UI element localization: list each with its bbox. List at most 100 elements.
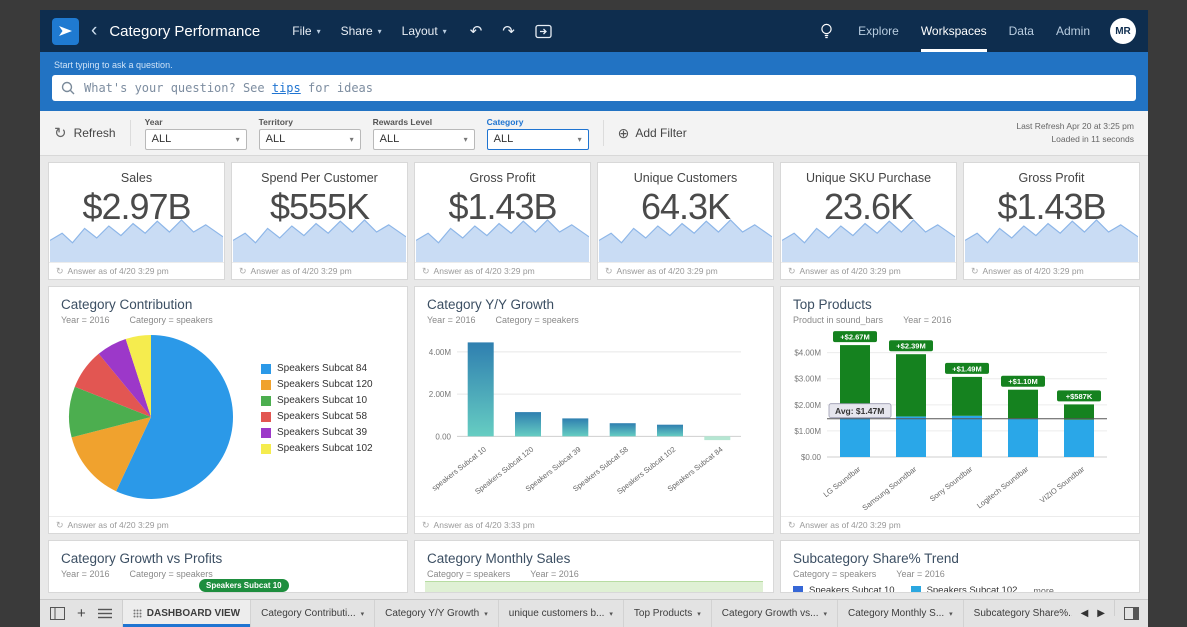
redo-icon[interactable]: ↷ xyxy=(497,20,520,42)
legend-item[interactable]: Speakers Subcat 84 xyxy=(261,363,373,374)
panel-top-products[interactable]: Top Products Product in sound_bars Year … xyxy=(780,286,1140,534)
footer-text: Answer as of 4/20 3:29 pm xyxy=(68,266,169,276)
top-bar-delta-3[interactable] xyxy=(1008,390,1038,419)
legend-item[interactable]: Speakers Subcat 102 xyxy=(261,443,373,454)
avatar[interactable]: MR xyxy=(1110,18,1136,44)
filter-group-list: YearALL▾TerritoryALL▾Rewards LevelALL▾Ca… xyxy=(145,117,589,150)
kpi-card-0[interactable]: Sales$2.97B↻Answer as of 4/20 3:29 pm xyxy=(48,162,225,280)
bottom-tab-5[interactable]: Category Monthly S...▾ xyxy=(838,600,964,627)
export-icon[interactable] xyxy=(530,22,557,41)
divider xyxy=(130,120,131,146)
top-bar-base-0[interactable] xyxy=(840,415,870,457)
yy-bar-2[interactable] xyxy=(562,418,588,436)
add-tab-button[interactable]: + xyxy=(77,606,86,621)
list-icon[interactable] xyxy=(98,608,112,619)
top-bar-delta-1[interactable] xyxy=(896,354,926,416)
bottom-tab-3[interactable]: Top Products▾ xyxy=(624,600,712,627)
bottom-tab-1[interactable]: Category Y/Y Growth▾ xyxy=(375,600,499,627)
subtitle-item: Year = 2016 xyxy=(903,315,951,325)
filter-select[interactable]: ALL▾ xyxy=(259,129,361,150)
menu-file[interactable]: File▾ xyxy=(284,20,328,42)
panel-category-monthly-sales[interactable]: Category Monthly Sales Category = speake… xyxy=(414,540,774,593)
x-axis-label: LG Soundbar xyxy=(822,464,863,499)
bottom-tab-4[interactable]: Category Growth vs...▾ xyxy=(712,600,838,627)
yy-bar-5[interactable] xyxy=(704,436,730,440)
refresh-button[interactable]: ↻ Refresh xyxy=(54,124,116,142)
panel-category-growth-vs-profits[interactable]: Category Growth vs Profits Year = 2016 C… xyxy=(48,540,408,593)
dashboard-content: Sales$2.97B↻Answer as of 4/20 3:29 pmSpe… xyxy=(40,156,1148,599)
pie-chart[interactable]: Speakers Subcat 84 Speakers Subcat 120 Spe… xyxy=(49,327,407,507)
top-bar-base-1[interactable] xyxy=(896,417,926,457)
panel-category-contribution[interactable]: Category Contribution Year = 2016 Catego… xyxy=(48,286,408,534)
lightbulb-icon[interactable] xyxy=(815,21,838,42)
data-point-tag[interactable]: Speakers Subcat 10 xyxy=(199,579,289,592)
divider xyxy=(1114,600,1115,616)
yy-bar-1[interactable] xyxy=(515,412,541,436)
thoughtspot-logo-icon[interactable] xyxy=(52,18,79,45)
kpi-card-3[interactable]: Unique Customers64.3K↻Answer as of 4/20 … xyxy=(597,162,774,280)
back-chevron-icon[interactable]: ‹ xyxy=(89,20,99,42)
top-bar-delta-2[interactable] xyxy=(952,377,982,416)
legend-label: Speakers Subcat 102 xyxy=(277,443,373,454)
top-bar-base-2[interactable] xyxy=(952,416,982,457)
add-filter-button[interactable]: ⊕ Add Filter xyxy=(618,125,687,142)
top-bar-base-3[interactable] xyxy=(1008,418,1038,457)
nav-item-admin[interactable]: Admin xyxy=(1056,10,1090,52)
tips-link[interactable]: tips xyxy=(272,81,301,95)
bottom-tab-2[interactable]: unique customers b...▾ xyxy=(499,600,624,627)
card-footer: ↻Answer as of 4/20 3:29 pm xyxy=(49,262,224,279)
filter-value: ALL xyxy=(152,133,172,145)
search-placeholder: What's your question? See tips for ideas xyxy=(84,81,373,95)
logo-arrow-icon xyxy=(58,24,73,38)
filter-select[interactable]: ALL▾ xyxy=(487,129,589,150)
tab-prev-button[interactable]: ◀ xyxy=(1081,608,1089,619)
bottom-tab-0[interactable]: Category Contributi...▾ xyxy=(251,600,375,627)
legend-item[interactable]: Speakers Subcat 120 xyxy=(261,379,373,390)
stacked-bar-chart[interactable]: $4.00M$3.00M$2.00M$1.00M$0.00+$2.67MLG S… xyxy=(781,327,1117,515)
yy-bar-0[interactable] xyxy=(468,342,494,436)
tab-label: Top Products xyxy=(634,608,692,619)
caret-down-icon: ▾ xyxy=(350,135,354,144)
svg-text:$1.00M: $1.00M xyxy=(794,427,821,436)
menu-share[interactable]: Share▾ xyxy=(333,20,390,42)
legend-more[interactable]: more... xyxy=(1033,586,1061,594)
legend-item[interactable]: Speakers Subcat 102 xyxy=(911,585,1018,593)
legend-swatch xyxy=(261,396,271,406)
tab-next-button[interactable]: ▶ xyxy=(1097,608,1105,619)
nav-item-explore[interactable]: Explore xyxy=(858,10,899,52)
yy-bar-3[interactable] xyxy=(610,423,636,436)
menu-layout[interactable]: Layout▾ xyxy=(394,20,455,42)
filter-select[interactable]: ALL▾ xyxy=(145,129,247,150)
layout-columns-icon[interactable] xyxy=(50,607,65,620)
last-refresh-info: Last Refresh Apr 20 at 3:25 pm Loaded in… xyxy=(1016,120,1134,146)
caret-down-icon: ▾ xyxy=(443,27,447,36)
top-bar-delta-4[interactable] xyxy=(1064,404,1094,419)
kpi-card-2[interactable]: Gross Profit$1.43B↻Answer as of 4/20 3:2… xyxy=(414,162,591,280)
top-bar-base-4[interactable] xyxy=(1064,420,1094,457)
legend-item[interactable]: Speakers Subcat 58 xyxy=(261,411,373,422)
bar-chart[interactable]: 4.00M2.00M0.00speakers Subcat 10Speakers… xyxy=(415,327,751,503)
tab-label: Category Contributi... xyxy=(261,608,356,619)
yy-bar-4[interactable] xyxy=(657,425,683,437)
panel-toggle-icon[interactable] xyxy=(1124,607,1139,620)
legend-item[interactable]: Speakers Subcat 39 xyxy=(261,427,373,438)
legend-item[interactable]: Speakers Subcat 10 xyxy=(793,585,895,593)
search-input[interactable]: What's your question? See tips for ideas xyxy=(52,75,1136,101)
legend-swatch xyxy=(261,444,271,454)
legend-item[interactable]: Speakers Subcat 10 xyxy=(261,395,373,406)
kpi-card-5[interactable]: Gross Profit$1.43B↻Answer as of 4/20 3:2… xyxy=(963,162,1140,280)
panel-title: Category Contribution xyxy=(49,287,407,312)
nav-item-workspaces[interactable]: Workspaces xyxy=(921,10,987,52)
panel-category-yy-growth[interactable]: Category Y/Y Growth Year = 2016 Category… xyxy=(414,286,774,534)
nav-item-data[interactable]: Data xyxy=(1009,10,1034,52)
filter-select[interactable]: ALL▾ xyxy=(373,129,475,150)
bottom-tab-6[interactable]: Subcategory Share%...▾ xyxy=(964,600,1072,627)
legend-label: Speakers Subcat 10 xyxy=(809,585,895,593)
tab-dashboard-view[interactable]: DASHBOARD VIEW xyxy=(123,600,251,627)
panel-subcategory-share-trend[interactable]: Subcategory Share% Trend Category = spea… xyxy=(780,540,1140,593)
kpi-card-4[interactable]: Unique SKU Purchase23.6K↻Answer as of 4/… xyxy=(780,162,957,280)
undo-icon[interactable]: ↶ xyxy=(465,20,488,42)
kpi-value: $1.43B xyxy=(964,186,1139,228)
kpi-card-1[interactable]: Spend Per Customer$555K↻Answer as of 4/2… xyxy=(231,162,408,280)
menu-bar: File▾Share▾Layout▾ xyxy=(284,20,454,42)
